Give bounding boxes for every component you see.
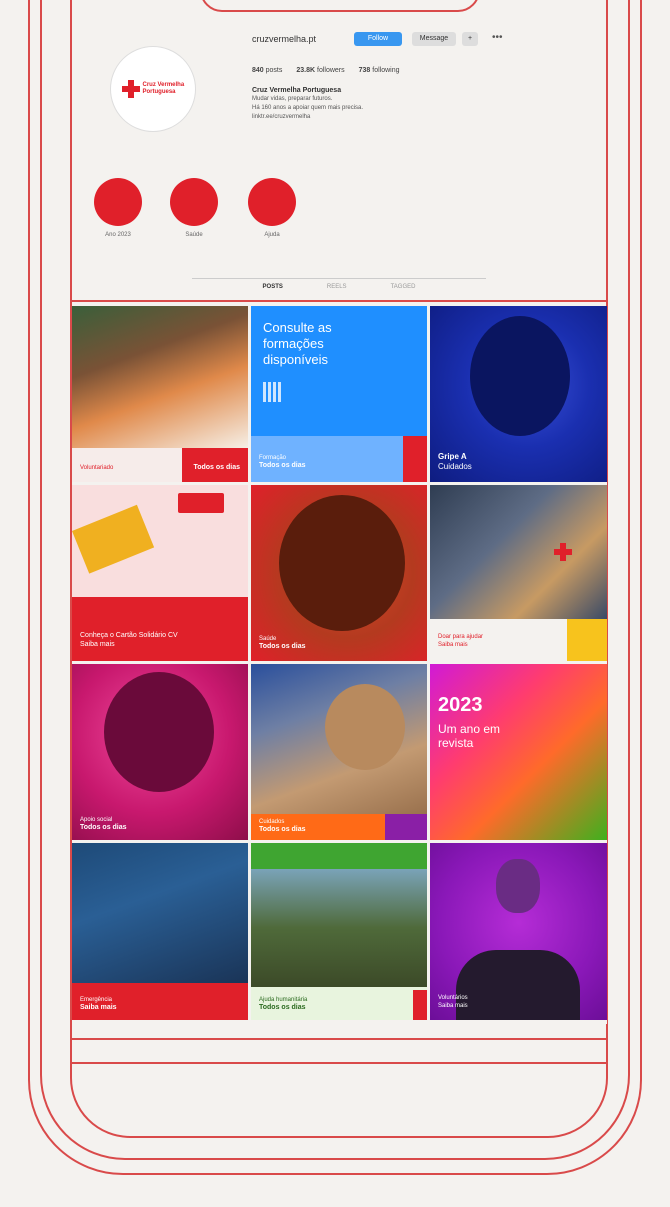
posts-count: 840 posts [252,67,283,74]
post-photo [430,485,607,619]
profile-tabs: POSTS REELS TAGGED [72,284,606,290]
post-caption: Conheça o Cartão Solidário CV Saiba mais [80,632,178,648]
avatar-logo-text: Cruz Vermelha Portuguesa [142,82,185,95]
highlight-circle [248,178,296,226]
post-tile-5[interactable]: Saúde Todos os dias [251,485,427,661]
post-title: Consulte as formações disponíveis [263,320,332,367]
post-photo [72,306,248,448]
more-options-icon[interactable]: ••• [492,32,503,43]
display-name: Cruz Vermelha Portuguesa [252,87,342,94]
post-tile-2[interactable]: Consulte as formações disponíveis Formaç… [251,306,427,482]
caption-bar [72,597,248,661]
green-accent-bar [251,843,427,869]
post-title: Um ano em revista [438,722,501,750]
post-tile-10[interactable]: Emergência Saiba mais [72,843,248,1020]
post-tile-3[interactable]: Gripe A Cuidados [430,306,607,482]
profile-stats: 840 posts 23.8K followers 738 following [252,67,400,74]
post-tile-4[interactable]: Conheça o Cartão Solidário CV Saiba mais [72,485,248,661]
post-caption: Cuidados Todos os dias [259,819,306,833]
post-caption: Ajuda humanitária Todos os dias [259,997,308,1011]
post-caption: Gripe A Cuidados [438,452,472,471]
highlight-circle [170,178,218,226]
add-person-button[interactable]: + [462,32,478,46]
bio: Cruz Vermelha Portuguesa Mudar vidas, pr… [252,86,552,122]
post-tile-6[interactable]: Doar para ajudar Saiba mais [430,485,607,661]
tabs-divider [192,278,486,279]
post-photo-figure [456,950,580,1020]
post-caption: Doar para ajudar Saiba mais [438,634,484,648]
post-photo-figure [470,316,570,436]
highlight-label: Ano 2023 [105,232,131,238]
red-cross-logo-icon [121,80,140,98]
post-subcaption: Todos os dias [193,464,240,471]
post-tile-11[interactable]: Ajuda humanitária Todos os dias [251,843,427,1020]
post-caption: Apoio social Todos os dias [80,817,127,831]
post-tile-12[interactable]: Voluntários Saiba mais [430,843,607,1020]
bio-line-2: Há 160 anos a apoiar quem mais precisa. [252,105,364,111]
tab-reels[interactable]: REELS [327,284,347,290]
username: cruzvermelha.pt [252,34,317,44]
post-year: 2023 [438,694,483,716]
post-photo-arm [72,504,155,574]
message-button[interactable]: Message [412,32,456,46]
post-caption: Saúde Todos os dias [259,636,306,650]
post-photo [72,843,248,983]
post-caption: Emergência Saiba mais [80,997,117,1011]
post-photo-figure [325,684,405,770]
bio-link[interactable]: linktr.ee/cruzvermelha [252,113,552,122]
highlight-3[interactable]: Ajuda [242,178,302,238]
bio-line-1: Mudar vidas, preparar futuros. [252,96,333,102]
highlight-2[interactable]: Saúde [164,178,224,238]
followers-count[interactable]: 23.8K followers [296,67,344,74]
highlight-label: Saúde [185,232,203,238]
screen-bottom-line [70,1062,608,1064]
highlight-label: Ajuda [264,232,280,238]
profile-divider [70,300,608,302]
highlight-circle [94,178,142,226]
highlight-1[interactable]: Ano 2023 [88,178,148,238]
red-cross-icon [554,543,572,561]
purple-accent-block [385,814,427,840]
qr-code-icon [263,382,283,402]
post-caption: Formação Todos os dias [259,455,306,469]
post-tile-8[interactable]: Cuidados Todos os dias [251,664,427,840]
grid-bottom-line [70,1038,608,1040]
tab-tagged[interactable]: TAGGED [391,284,416,290]
posts-grid: Voluntariado Todos os dias Consulte as f… [72,306,607,1024]
post-photo-figure [104,672,214,792]
following-count[interactable]: 738 following [359,67,400,74]
profile-header: Cruz Vermelha Portuguesa cruzvermelha.pt… [72,10,606,300]
post-tile-1[interactable]: Voluntariado Todos os dias [72,306,248,482]
card-image [178,493,224,513]
post-tile-7[interactable]: Apoio social Todos os dias [72,664,248,840]
post-tile-9[interactable]: 2023 Um ano em revista [430,664,607,840]
post-caption: Voluntariado [80,465,114,471]
post-photo [251,869,427,987]
avatar[interactable]: Cruz Vermelha Portuguesa [110,46,196,132]
post-caption: Voluntários Saiba mais [438,995,468,1009]
red-accent-block [403,436,427,482]
red-accent-block [413,990,427,1020]
post-photo-head [496,859,540,913]
tab-posts[interactable]: POSTS [263,284,283,290]
follow-button[interactable]: Follow [354,32,402,46]
yellow-accent-block [567,619,607,661]
post-photo-figure [279,495,405,631]
